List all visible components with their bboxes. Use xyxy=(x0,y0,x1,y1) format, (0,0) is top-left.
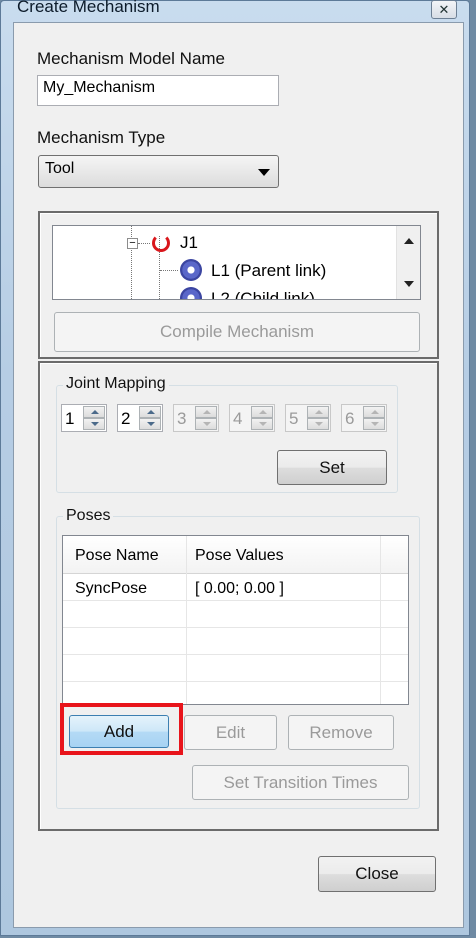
joint-spinner-1[interactable]: 1 xyxy=(61,404,107,432)
gear-icon xyxy=(180,259,202,281)
spin-down-icon[interactable] xyxy=(195,418,217,430)
tree-item-joint[interactable]: J1 xyxy=(180,233,198,253)
joint-spinner-2[interactable]: 2 xyxy=(117,404,163,432)
spin-down-icon[interactable] xyxy=(83,418,105,430)
spin-up-icon[interactable] xyxy=(83,406,105,418)
compile-mechanism-button[interactable]: Compile Mechanism xyxy=(54,312,420,352)
set-mapping-button[interactable]: Set xyxy=(277,450,387,485)
edit-pose-button[interactable]: Edit xyxy=(184,715,277,750)
scroll-up-icon[interactable] xyxy=(404,238,414,244)
column-header-pose-values[interactable]: Pose Values xyxy=(195,547,284,565)
title-bar: Create Mechanism ✕ xyxy=(0,0,468,20)
gear-icon xyxy=(180,287,202,299)
column-divider xyxy=(186,536,187,704)
spin-down-icon[interactable] xyxy=(251,418,273,430)
scroll-down-icon[interactable] xyxy=(404,281,414,287)
spin-down-icon[interactable] xyxy=(307,418,329,430)
window-title: Create Mechanism xyxy=(17,0,160,16)
tree-item-link[interactable]: L1 (Parent link) xyxy=(211,261,326,281)
collapse-glyph: − xyxy=(129,237,136,249)
close-button[interactable]: Close xyxy=(318,856,436,892)
row-divider xyxy=(63,627,408,628)
table-row[interactable]: SyncPose [ 0.00; 0.00 ] xyxy=(63,574,408,600)
spinner-value: 4 xyxy=(233,409,243,428)
poses-label: Poses xyxy=(63,507,114,525)
chevron-down-icon xyxy=(258,169,270,176)
spinner-value: 5 xyxy=(289,409,299,428)
poses-table[interactable]: Pose Name Pose Values SyncPose [ 0.00; 0… xyxy=(62,535,409,705)
spin-up-icon[interactable] xyxy=(363,406,385,418)
spinner-value: 1 xyxy=(65,409,75,428)
mechanism-type-label: Mechanism Type xyxy=(37,128,166,147)
column-divider xyxy=(380,536,381,704)
joint-icon xyxy=(152,234,170,252)
tree-guide xyxy=(138,243,150,244)
spin-down-icon[interactable] xyxy=(363,418,385,430)
row-divider xyxy=(63,600,408,601)
joint-spinner-5[interactable]: 5 xyxy=(285,404,331,432)
mechanism-type-dropdown[interactable]: Tool xyxy=(38,155,279,188)
spinner-value: 3 xyxy=(177,409,187,428)
tree-scrollbar[interactable] xyxy=(396,226,420,299)
mechanism-tree[interactable]: − J1 L1 (Parent link) L2 (Child link) xyxy=(52,225,421,300)
column-header-pose-name[interactable]: Pose Name xyxy=(75,547,159,565)
joint-mapping-label: Joint Mapping xyxy=(63,375,169,393)
pose-name-cell: SyncPose xyxy=(75,580,148,597)
spin-up-icon[interactable] xyxy=(307,406,329,418)
spin-up-icon[interactable] xyxy=(195,406,217,418)
spinner-value: 6 xyxy=(345,409,355,428)
row-divider xyxy=(63,654,408,655)
tree-item-link[interactable]: L2 (Child link) xyxy=(211,289,315,299)
model-name-input[interactable]: My_Mechanism xyxy=(37,75,279,106)
collapse-icon[interactable]: − xyxy=(127,238,138,249)
set-transition-times-button[interactable]: Set Transition Times xyxy=(192,765,409,800)
spinner-value: 2 xyxy=(121,409,131,428)
pose-values-cell: [ 0.00; 0.00 ] xyxy=(195,580,284,597)
spin-down-icon[interactable] xyxy=(139,418,161,430)
model-name-label: Mechanism Model Name xyxy=(37,49,226,68)
joint-spinner-6[interactable]: 6 xyxy=(341,404,387,432)
spin-up-icon[interactable] xyxy=(251,406,273,418)
window-close-button[interactable]: ✕ xyxy=(431,0,457,19)
add-pose-button[interactable]: Add xyxy=(69,715,169,748)
remove-pose-button[interactable]: Remove xyxy=(288,715,394,750)
tree-guide xyxy=(160,270,178,271)
joint-spinner-3[interactable]: 3 xyxy=(173,404,219,432)
row-divider xyxy=(63,681,408,682)
mechanism-type-value: Tool xyxy=(45,160,75,177)
close-icon: ✕ xyxy=(438,2,450,17)
spin-up-icon[interactable] xyxy=(139,406,161,418)
joint-spinner-4[interactable]: 4 xyxy=(229,404,275,432)
